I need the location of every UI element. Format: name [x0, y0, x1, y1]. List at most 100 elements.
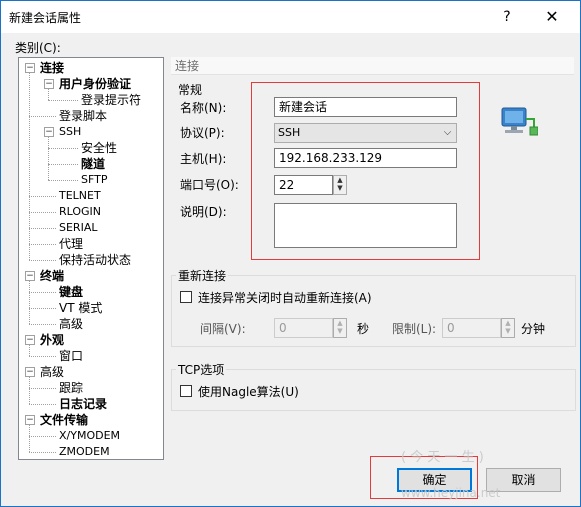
tree-collapse-icon[interactable]: − — [25, 415, 35, 425]
tree-item[interactable]: 登录提示符 — [81, 92, 141, 108]
tree-collapse-icon[interactable]: − — [44, 127, 54, 137]
name-label: 名称(N): — [180, 101, 227, 115]
help-button[interactable]: ? — [487, 4, 527, 30]
tree-connector — [48, 180, 78, 181]
category-tree[interactable]: 连接 − 用户身份验证 − 登录提示符 登录脚本 SSH − 安全性 隧道 SFTP TELNET RL… — [18, 57, 164, 460]
tree-connector — [48, 164, 78, 165]
tree-item[interactable]: VT 模式 — [59, 300, 102, 316]
tree-item[interactable]: 窗口 — [59, 348, 83, 364]
interval-stepper[interactable]: ▲ ▼ — [333, 318, 347, 338]
tree-connector — [29, 212, 56, 213]
tree-connector — [29, 344, 30, 356]
tree-collapse-icon[interactable]: − — [25, 367, 35, 377]
tree-item[interactable]: 高级 — [40, 364, 64, 380]
tree-connector — [29, 196, 56, 197]
watermark-logo: www.heyjina.net — [401, 486, 501, 500]
tree-connector — [48, 88, 49, 100]
tree-item[interactable]: 高级 — [59, 316, 83, 332]
tree-connector — [29, 388, 56, 389]
spin-up-icon[interactable]: ▲ — [334, 319, 346, 327]
tree-connector — [29, 404, 56, 405]
tree-item[interactable]: 安全性 — [81, 140, 117, 156]
chevron-down-icon: ⌵ — [443, 127, 452, 138]
tcp-group-label: TCP选项 — [176, 361, 227, 378]
interval-label: 间隔(V): — [200, 322, 246, 336]
auto-reconnect-label: 连接异常关闭时自动重新连接(A) — [198, 291, 372, 305]
protocol-label: 协议(P): — [180, 126, 225, 140]
protocol-select[interactable]: SSH ⌵ — [274, 123, 457, 143]
auto-reconnect-checkbox[interactable] — [180, 291, 192, 303]
protocol-value: SSH — [278, 126, 301, 139]
tree-connector — [29, 260, 56, 261]
tree-connector — [29, 436, 56, 437]
port-stepper[interactable]: ▲ ▼ — [333, 175, 347, 195]
tree-item[interactable]: 键盘 — [59, 284, 83, 300]
tree-item[interactable]: 跟踪 — [59, 380, 83, 396]
spin-down-icon[interactable]: ▼ — [334, 184, 346, 192]
window-title: 新建会话属性 — [9, 11, 82, 25]
tree-collapse-icon[interactable]: − — [25, 335, 35, 345]
limit-stepper[interactable]: ▲ ▼ — [501, 318, 515, 338]
tree-item[interactable]: 日志记录 — [59, 396, 107, 412]
tree-item[interactable]: 用户身份验证 — [59, 76, 131, 92]
tree-connector — [29, 324, 56, 325]
nagle-label: 使用Nagle算法(U) — [198, 385, 299, 399]
nagle-checkbox[interactable] — [180, 385, 192, 397]
general-group-label: 常规 — [178, 83, 203, 97]
tree-connector — [29, 228, 56, 229]
limit-label: 限制(L): — [392, 322, 437, 336]
name-field[interactable]: 新建会话 — [274, 97, 457, 117]
tree-connector — [29, 280, 30, 324]
tree-collapse-icon[interactable]: − — [25, 271, 35, 281]
tree-item[interactable]: 保持活动状态 — [59, 252, 131, 268]
tree-collapse-icon[interactable]: − — [25, 63, 35, 73]
limit-unit: 分钟 — [521, 322, 546, 336]
close-button[interactable]: ✕ — [532, 4, 572, 30]
description-field[interactable] — [274, 203, 457, 248]
tree-item[interactable]: SFTP — [81, 172, 107, 188]
tree-item[interactable]: 外观 — [40, 332, 64, 348]
tree-connector — [29, 292, 56, 293]
tree-connector — [29, 72, 30, 260]
tree-connector — [29, 376, 30, 404]
port-label: 端口号(O): — [180, 178, 239, 192]
spin-up-icon[interactable]: ▲ — [334, 176, 346, 184]
tree-item[interactable]: 连接 — [40, 60, 64, 76]
tree-item[interactable]: RLOGIN — [59, 204, 101, 220]
tree-connector — [29, 308, 56, 309]
spin-up-icon[interactable]: ▲ — [502, 319, 514, 327]
category-label: 类别(C): — [15, 41, 61, 55]
spin-down-icon[interactable]: ▼ — [502, 327, 514, 335]
spin-down-icon[interactable]: ▼ — [334, 327, 346, 335]
tree-item[interactable]: X/YMODEM — [59, 428, 120, 444]
tree-connector — [29, 356, 56, 357]
tree-item[interactable]: 终端 — [40, 268, 64, 284]
description-label: 说明(D): — [180, 205, 227, 219]
tree-item[interactable]: 文件传输 — [40, 412, 88, 428]
tree-connector — [29, 116, 56, 117]
interval-field[interactable]: 0 — [274, 318, 333, 338]
watermark-logo: ( 今 天 一 生 ) — [401, 450, 484, 465]
tree-item[interactable]: ZMODEM — [59, 444, 110, 459]
host-field[interactable]: 192.168.233.129 — [274, 148, 457, 168]
title-bar: 新建会话属性 ? ✕ — [1, 1, 580, 33]
tree-item[interactable]: 代理 — [59, 236, 83, 252]
tree-item[interactable]: 登录脚本 — [59, 108, 107, 124]
reconnect-group-label: 重新连接 — [176, 267, 229, 284]
limit-field[interactable]: 0 — [442, 318, 501, 338]
tree-item[interactable]: TELNET — [59, 188, 101, 204]
port-field[interactable]: 22 — [274, 175, 333, 195]
tree-connector — [29, 244, 56, 245]
interval-unit: 秒 — [357, 322, 370, 336]
host-label: 主机(H): — [180, 152, 227, 166]
tree-item[interactable]: SSH — [59, 124, 81, 140]
section-title: 连接 — [171, 57, 574, 75]
tree-item[interactable]: 隧道 — [81, 156, 105, 172]
tree-connector — [48, 136, 49, 180]
network-computer-icon — [501, 107, 538, 136]
tree-connector — [29, 452, 56, 453]
tree-connector — [48, 100, 78, 101]
tree-item[interactable]: SERIAL — [59, 220, 97, 236]
tree-collapse-icon[interactable]: − — [44, 79, 54, 89]
tree-connector — [29, 424, 30, 452]
